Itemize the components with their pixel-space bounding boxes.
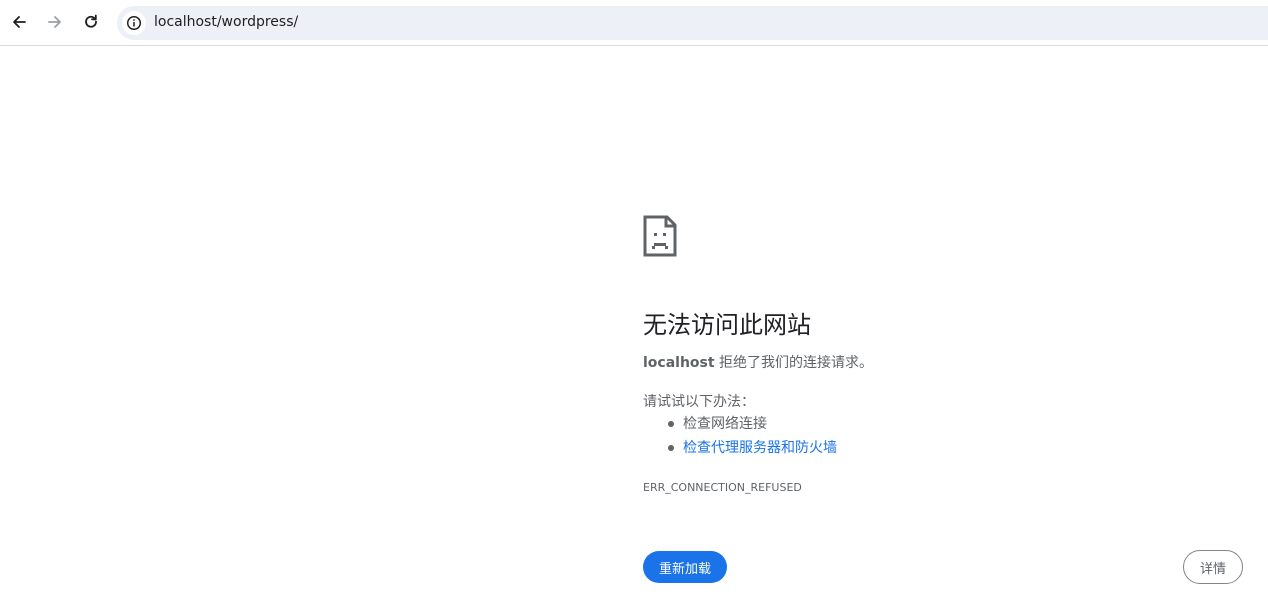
sad-page-icon	[643, 215, 677, 257]
suggestion-check-network: 检查网络连接	[643, 415, 837, 439]
bullet-dot	[668, 445, 674, 451]
error-title: 无法访问此网站	[643, 311, 811, 339]
bullet-dot	[668, 421, 674, 427]
arrow-right-icon	[48, 16, 61, 28]
error-description-text: 拒绝了我们的连接请求。	[714, 355, 874, 371]
back-button[interactable]	[5, 8, 33, 36]
arrow-left-icon	[13, 16, 26, 28]
url-text[interactable]: localhost/wordpress/	[154, 14, 298, 30]
address-bar[interactable]: localhost/wordpress/	[117, 6, 1268, 40]
suggestions-list: 检查网络连接 检查代理服务器和防火墙	[643, 415, 837, 463]
reload-icon	[85, 14, 97, 28]
error-code: ERR_CONNECTION_REFUSED	[643, 481, 802, 494]
suggestions-intro: 请试试以下办法：	[643, 394, 755, 410]
error-description: localhost 拒绝了我们的连接请求。	[643, 352, 873, 372]
browser-toolbar: localhost/wordpress/	[0, 0, 1268, 46]
suggestion-label: 检查网络连接	[683, 416, 767, 432]
details-button[interactable]: 详情	[1183, 550, 1243, 584]
info-icon	[126, 15, 142, 31]
reload-button[interactable]: 重新加载	[643, 551, 727, 583]
reload-page-button[interactable]	[77, 8, 105, 36]
site-info-button[interactable]	[122, 11, 146, 35]
proxy-firewall-link[interactable]: 检查代理服务器和防火墙	[683, 440, 837, 456]
forward-button[interactable]	[41, 8, 69, 36]
error-host: localhost	[643, 355, 715, 371]
suggestion-check-proxy-firewall[interactable]: 检查代理服务器和防火墙	[643, 439, 837, 463]
